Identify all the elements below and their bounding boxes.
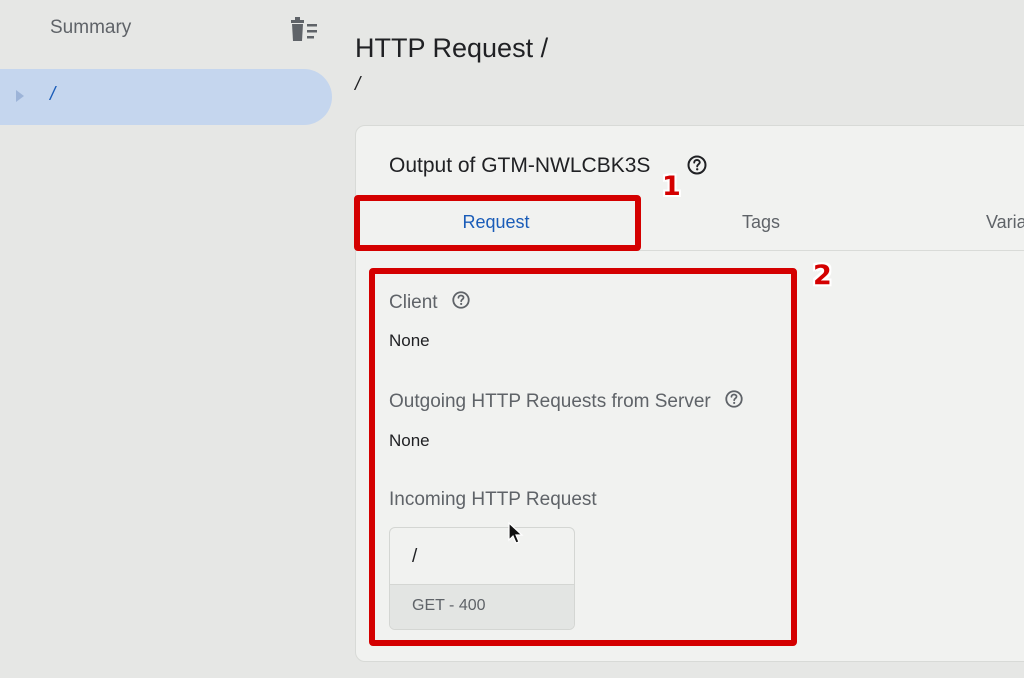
page-title: HTTP Request / [355, 33, 549, 63]
card-title: Output of GTM-NWLCBK3S [389, 154, 651, 177]
tab-tags[interactable]: Tags [636, 196, 886, 250]
sidebar-item-label: / [50, 84, 56, 105]
tab-variables[interactable]: Varia [986, 196, 1024, 250]
annotation-box-2 [369, 268, 797, 646]
chevron-right-icon[interactable] [16, 90, 24, 102]
help-circle-icon[interactable] [686, 154, 708, 181]
mouse-pointer-icon [508, 521, 524, 551]
sidebar: Summary / [0, 0, 340, 678]
page-subtitle: / [355, 74, 361, 95]
annotation-number-2: 2 [813, 260, 832, 291]
annotation-number-1: 1 [662, 171, 681, 202]
clear-all-icon[interactable] [288, 16, 320, 44]
sidebar-item-request[interactable]: / [0, 69, 332, 125]
sidebar-title: Summary [50, 17, 132, 38]
annotation-box-1 [354, 195, 641, 251]
